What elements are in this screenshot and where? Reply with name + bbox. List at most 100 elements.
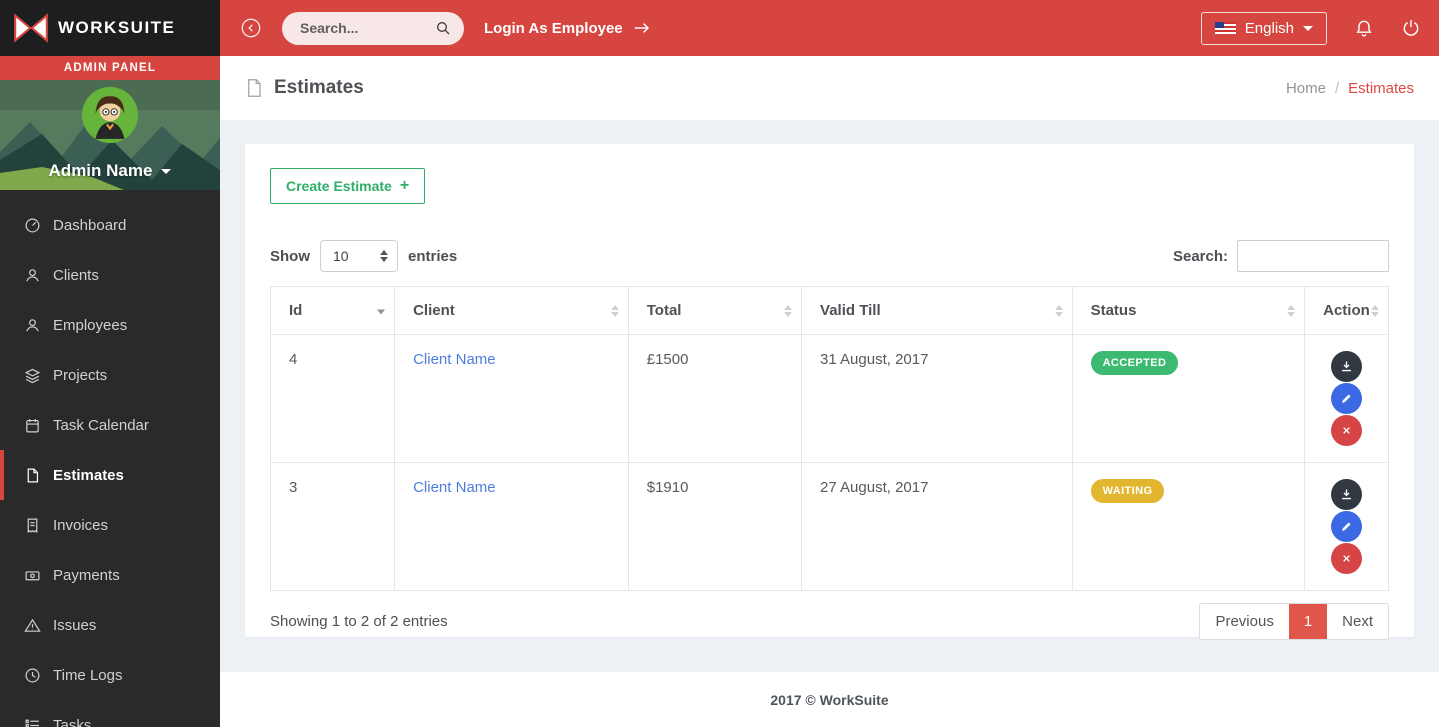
column-header-action[interactable]: Action: [1305, 287, 1389, 335]
column-header-client[interactable]: Client: [395, 287, 629, 335]
sidebar-item-dashboard[interactable]: Dashboard: [0, 200, 220, 250]
dashboard-icon: [24, 217, 41, 234]
collapse-left-icon: [240, 17, 262, 39]
sidebar-item-employees[interactable]: Employees: [0, 300, 220, 350]
sidebar-menu: Dashboard Clients Employees Projects Tas…: [0, 190, 220, 727]
cell-id: 3: [271, 463, 395, 591]
column-header-status[interactable]: Status: [1072, 287, 1305, 335]
x-icon: [1339, 423, 1354, 438]
select-arrows-icon: [380, 250, 388, 262]
cell-total: £1500: [628, 335, 801, 463]
sidebar-item-task-calendar[interactable]: Task Calendar: [0, 400, 220, 450]
search-icon[interactable]: [435, 20, 451, 36]
page-title-text: Estimates: [274, 77, 364, 99]
sidebar-item-label: Tasks: [53, 717, 91, 727]
login-as-label: Login As Employee: [484, 20, 623, 37]
table-search-input[interactable]: [1237, 240, 1389, 272]
column-header-valid-till[interactable]: Valid Till: [802, 287, 1073, 335]
sidebar-item-projects[interactable]: Projects: [0, 350, 220, 400]
language-label: English: [1245, 20, 1294, 37]
page-length-select[interactable]: 10: [320, 240, 398, 272]
create-estimate-label: Create Estimate: [286, 178, 392, 194]
edit-estimate-button[interactable]: [1331, 511, 1362, 542]
estimates-icon: [24, 467, 41, 484]
sidebar-toggle-button[interactable]: [240, 17, 262, 39]
sidebar-item-tasks[interactable]: Tasks: [0, 700, 220, 727]
page-header: Estimates Home / Estimates: [220, 56, 1439, 120]
sidebar-item-time-logs[interactable]: Time Logs: [0, 650, 220, 700]
sidebar-item-estimates[interactable]: Estimates: [0, 450, 220, 500]
pagination-previous[interactable]: Previous: [1200, 604, 1288, 639]
table-controls: Show 10 entries Search:: [270, 240, 1389, 272]
column-header-total[interactable]: Total: [628, 287, 801, 335]
sidebar-item-label: Task Calendar: [53, 417, 149, 434]
cell-total: $1910: [628, 463, 801, 591]
logout-button[interactable]: [1401, 18, 1421, 38]
sidebar-item-label: Employees: [53, 317, 127, 334]
table-footer: Showing 1 to 2 of 2 entries Previous 1 N…: [270, 603, 1389, 640]
breadcrumb-home[interactable]: Home: [1286, 80, 1326, 97]
breadcrumb-current: Estimates: [1348, 80, 1414, 97]
cell-status: ACCEPTED: [1072, 335, 1305, 463]
download-estimate-button[interactable]: [1331, 351, 1362, 382]
pencil-icon: [1339, 391, 1354, 406]
breadcrumb: Home / Estimates: [1286, 80, 1414, 97]
pagination-next[interactable]: Next: [1327, 604, 1388, 639]
sort-desc-icon: [377, 309, 385, 314]
cell-id: 4: [271, 335, 395, 463]
column-header-id[interactable]: Id: [271, 287, 395, 335]
pagination: Previous 1 Next: [1199, 603, 1389, 640]
worksuite-logo-icon: [14, 13, 48, 43]
cell-action: [1305, 335, 1389, 463]
pagination-page-1[interactable]: 1: [1289, 604, 1327, 639]
notifications-button[interactable]: [1354, 18, 1374, 38]
language-selector[interactable]: English: [1201, 12, 1327, 45]
status-badge: WAITING: [1091, 479, 1165, 503]
main-column: Login As Employee English E: [220, 0, 1439, 727]
sort-icon: [1371, 305, 1379, 317]
entries-label: entries: [408, 248, 457, 265]
delete-estimate-button[interactable]: [1331, 415, 1362, 446]
table-summary: Showing 1 to 2 of 2 entries: [270, 613, 448, 630]
user-menu[interactable]: Admin Name: [0, 161, 220, 181]
us-flag-icon: [1215, 22, 1236, 34]
edit-estimate-button[interactable]: [1331, 383, 1362, 414]
delete-estimate-button[interactable]: [1331, 543, 1362, 574]
create-estimate-button[interactable]: Create Estimate +: [270, 168, 425, 204]
page-length-control: Show 10 entries: [270, 240, 457, 272]
sidebar-item-label: Issues: [53, 617, 96, 634]
cell-status: WAITING: [1072, 463, 1305, 591]
sidebar-profile: Admin Name: [0, 80, 220, 190]
breadcrumb-separator: /: [1335, 80, 1339, 97]
sidebar-item-clients[interactable]: Clients: [0, 250, 220, 300]
sidebar-item-label: Time Logs: [53, 667, 122, 684]
topbar-search-input[interactable]: [300, 20, 435, 36]
table-header-row: Id Client Total Valid Till Status Action: [271, 287, 1389, 335]
app-root: WORKSUITE ADMIN PANEL: [0, 0, 1439, 727]
sidebar-item-payments[interactable]: Payments: [0, 550, 220, 600]
pencil-icon: [1339, 519, 1354, 534]
table-row: 4 Client Name £1500 31 August, 2017 ACCE…: [271, 335, 1389, 463]
row-actions: [1311, 351, 1382, 446]
client-link[interactable]: Client Name: [413, 479, 496, 496]
status-badge: ACCEPTED: [1091, 351, 1179, 375]
table-search-control: Search:: [1173, 240, 1389, 272]
sidebar-item-issues[interactable]: Issues: [0, 600, 220, 650]
client-link[interactable]: Client Name: [413, 351, 496, 368]
brand-name: WORKSUITE: [58, 18, 175, 38]
sidebar-item-label: Dashboard: [53, 217, 126, 234]
invoices-icon: [24, 517, 41, 534]
cell-client: Client Name: [395, 335, 629, 463]
sidebar-item-invoices[interactable]: Invoices: [0, 500, 220, 550]
brand-logo[interactable]: WORKSUITE: [0, 0, 220, 56]
copyright-text: 2017 © WorkSuite: [770, 692, 888, 708]
row-actions: [1311, 479, 1382, 574]
download-estimate-button[interactable]: [1331, 479, 1362, 510]
sidebar-item-label: Estimates: [53, 467, 124, 484]
issues-icon: [24, 617, 41, 634]
task-calendar-icon: [24, 417, 41, 434]
login-as-employee-link[interactable]: Login As Employee: [484, 20, 652, 37]
power-icon: [1401, 18, 1421, 38]
avatar[interactable]: [82, 87, 138, 143]
cell-client: Client Name: [395, 463, 629, 591]
